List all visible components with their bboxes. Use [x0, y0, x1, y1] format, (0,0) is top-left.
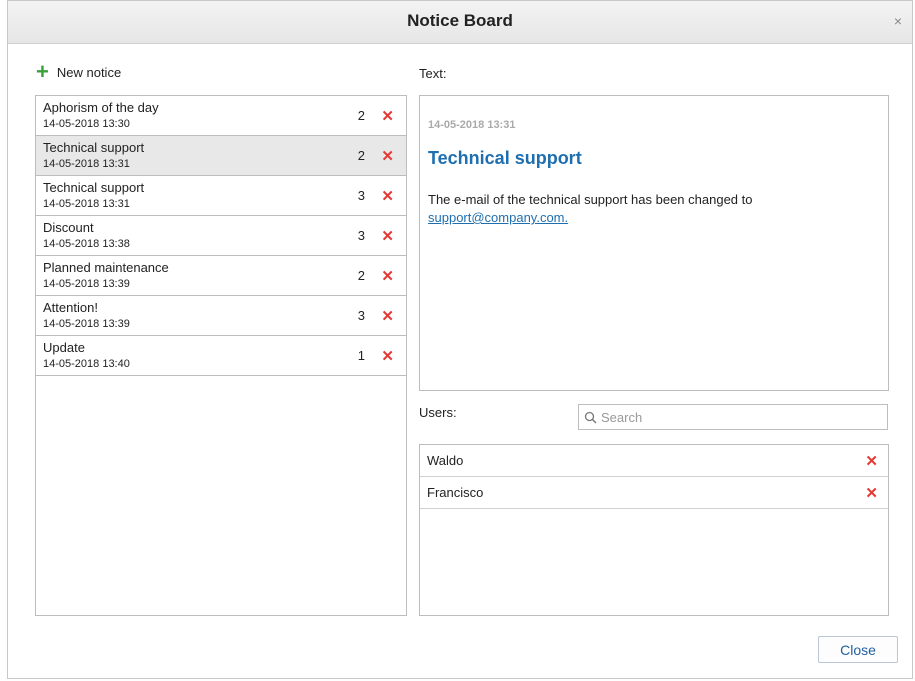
message-text: The e-mail of the technical support has … — [428, 192, 753, 207]
user-name: Francisco — [427, 485, 484, 500]
user-row: Waldo ✕ — [420, 445, 888, 477]
dialog-title: Notice Board — [407, 11, 513, 30]
notice-title: Planned maintenance — [43, 260, 169, 275]
user-search-box[interactable] — [578, 404, 888, 430]
delete-icon[interactable]: ✕ — [381, 267, 394, 285]
message-body: The e-mail of the technical support has … — [428, 191, 878, 227]
delete-icon[interactable]: ✕ — [381, 147, 394, 165]
users-list: Waldo ✕ Francisco ✕ — [419, 444, 889, 616]
close-button[interactable]: Close — [818, 636, 898, 663]
notice-date: 14-05-2018 13:39 — [43, 318, 130, 330]
recipient-count: 3 — [357, 308, 365, 323]
recipient-count: 2 — [357, 268, 365, 283]
notice-date: 14-05-2018 13:31 — [43, 198, 130, 210]
user-row: Francisco ✕ — [420, 477, 888, 509]
notice-row[interactable]: Attention! 14-05-2018 13:39 3 ✕ — [36, 296, 406, 336]
delete-icon[interactable]: ✕ — [381, 107, 394, 125]
recipient-count: 2 — [357, 148, 365, 163]
search-icon — [579, 411, 601, 424]
notice-row[interactable]: Update 14-05-2018 13:40 1 ✕ — [36, 336, 406, 376]
delete-icon[interactable]: ✕ — [381, 227, 394, 245]
close-icon[interactable]: × — [894, 14, 902, 28]
title-bar: Notice Board × — [8, 1, 912, 44]
user-name: Waldo — [427, 453, 464, 468]
notice-title: Technical support — [43, 180, 145, 195]
message-date: 14-05-2018 13:31 — [428, 119, 516, 131]
notice-text-panel: 14-05-2018 13:31 Technical support The e… — [419, 95, 889, 391]
notice-title: Aphorism of the day — [43, 100, 159, 115]
notice-row[interactable]: Technical support 14-05-2018 13:31 3 ✕ — [36, 176, 406, 216]
notice-date: 14-05-2018 13:40 — [43, 358, 130, 370]
notice-title: Technical support — [43, 140, 145, 155]
recipient-count: 1 — [357, 348, 365, 363]
plus-icon: + — [36, 59, 49, 84]
delete-icon[interactable]: ✕ — [381, 307, 394, 325]
new-notice-button[interactable]: + New notice — [36, 59, 122, 84]
recipient-count: 3 — [357, 228, 365, 243]
users-label: Users: — [419, 405, 457, 420]
notice-list: Aphorism of the day 14-05-2018 13:30 2 ✕… — [35, 95, 407, 616]
notice-date: 14-05-2018 13:31 — [43, 158, 130, 170]
remove-user-icon[interactable]: ✕ — [865, 484, 878, 502]
notice-title: Discount — [43, 220, 94, 235]
notice-row[interactable]: Planned maintenance 14-05-2018 13:39 2 ✕ — [36, 256, 406, 296]
notice-title: Update — [43, 340, 85, 355]
text-label: Text: — [419, 66, 447, 81]
notice-row[interactable]: Discount 14-05-2018 13:38 3 ✕ — [36, 216, 406, 256]
notice-row[interactable]: Aphorism of the day 14-05-2018 13:30 2 ✕ — [36, 96, 406, 136]
delete-icon[interactable]: ✕ — [381, 347, 394, 365]
remove-user-icon[interactable]: ✕ — [865, 452, 878, 470]
new-notice-label: New notice — [56, 64, 122, 80]
delete-icon[interactable]: ✕ — [381, 187, 394, 205]
recipient-count: 2 — [357, 108, 365, 123]
support-email-link[interactable]: support@company.com. — [428, 210, 568, 225]
notice-date: 14-05-2018 13:39 — [43, 278, 130, 290]
search-input[interactable] — [601, 409, 887, 425]
notice-title: Attention! — [43, 300, 98, 315]
message-title: Technical support — [428, 148, 582, 168]
notice-row[interactable]: Technical support 14-05-2018 13:31 2 ✕ — [36, 136, 406, 176]
notice-date: 14-05-2018 13:30 — [43, 118, 130, 130]
notice-date: 14-05-2018 13:38 — [43, 238, 130, 250]
recipient-count: 3 — [357, 188, 365, 203]
